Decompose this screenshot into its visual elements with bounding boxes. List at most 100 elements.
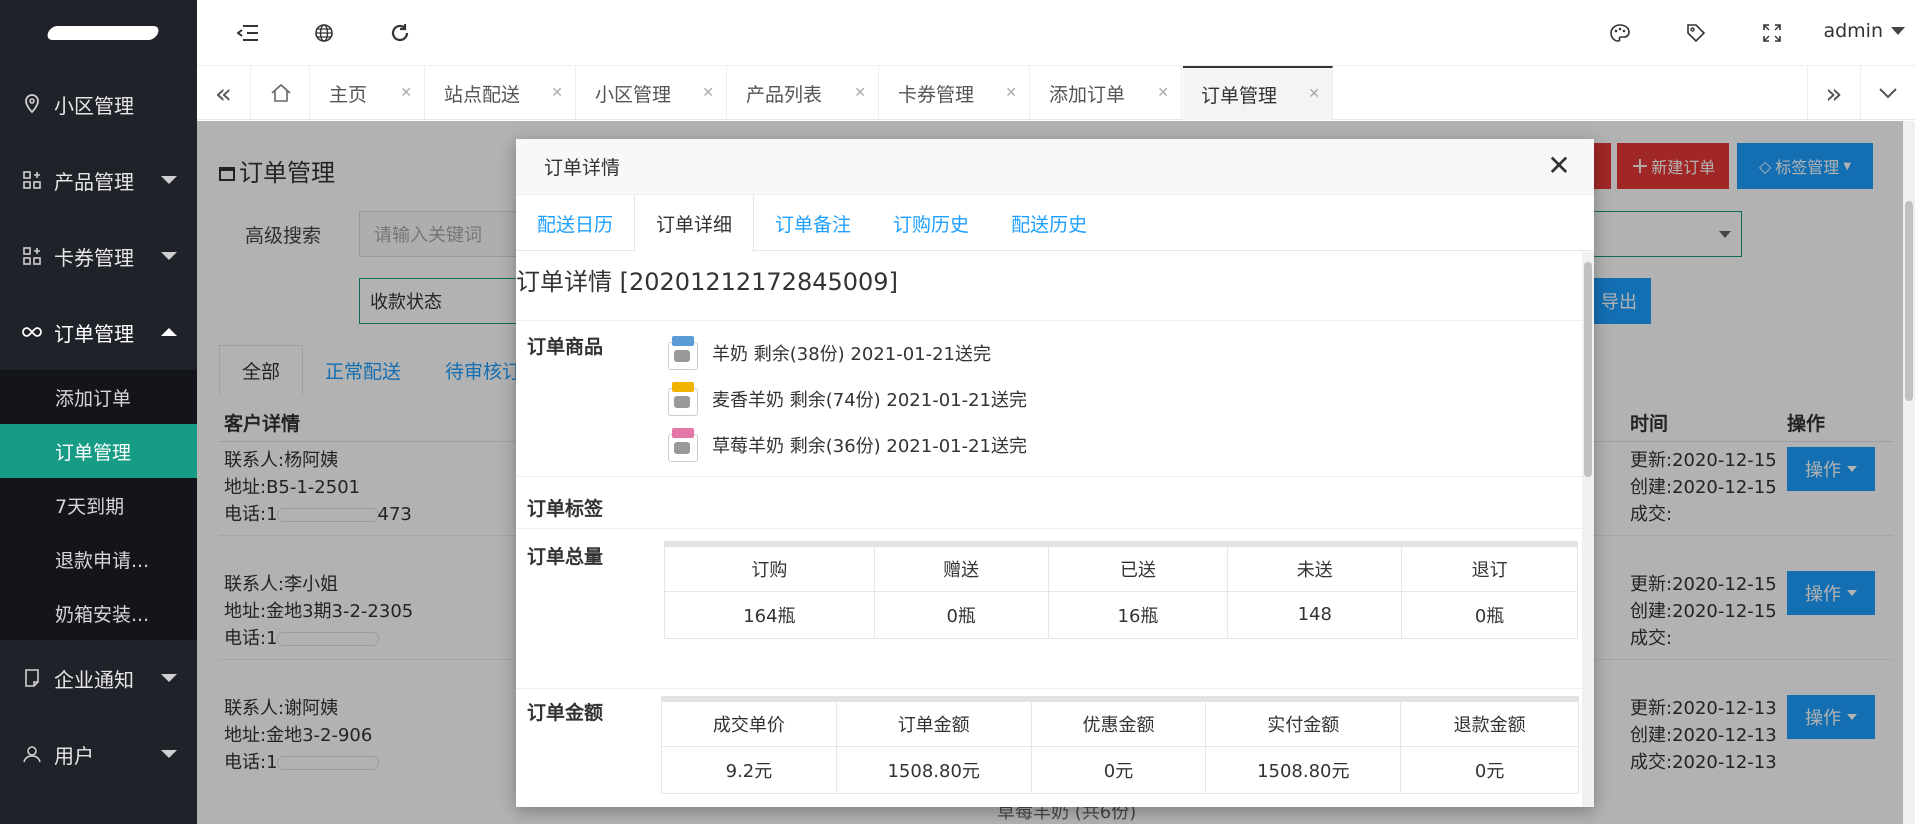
sidebar-subitem-7day-expire[interactable]: 7天到期	[0, 478, 197, 532]
modal-tab-remark[interactable]: 订单备注	[754, 195, 872, 251]
admin-label: admin	[1823, 20, 1883, 42]
table-row: 订购 赠送 已送 未送 退订	[664, 543, 1578, 592]
modal-tab-delivery-history[interactable]: 配送历史	[990, 195, 1108, 251]
table-row: 9.2元 1508.80元 0元 1508.80元 0元	[661, 745, 1579, 794]
label-amount: 订单金额	[527, 702, 604, 724]
modal-body: 订单详情 [20201212172845009] 订单商品 羊奶 剩余(38份)…	[516, 252, 1594, 807]
palette-icon[interactable]	[1605, 18, 1635, 48]
chevron-up-icon	[161, 328, 177, 336]
tab-product-list[interactable]: 产品列表 ✕	[728, 66, 879, 120]
logo-redacted	[45, 26, 161, 40]
sidebar-item-label: 产品管理	[54, 169, 134, 194]
chevron-down-icon	[161, 674, 177, 682]
modal-tabs: 配送日历 订单详细 订单备注 订购历史 配送历史	[516, 195, 1594, 252]
tab-home-icon[interactable]	[252, 66, 310, 120]
close-icon[interactable]: ✕	[400, 85, 412, 101]
sidebar-item-label: 卡券管理	[54, 245, 134, 270]
table-row: 成交单价 订单金额 优惠金额 实付金额 退款金额	[661, 698, 1579, 747]
tab-scroll-left-icon[interactable]: «	[197, 66, 251, 120]
refresh-icon[interactable]	[385, 18, 415, 48]
sidebar-subitem-add-order[interactable]: 添加订单	[0, 370, 197, 424]
close-icon[interactable]: ✕	[1157, 85, 1169, 101]
tab-coupons[interactable]: 卡券管理 ✕	[880, 66, 1030, 120]
modal-tab-calendar[interactable]: 配送日历	[516, 195, 634, 251]
infinity-icon	[22, 322, 42, 342]
tab-home[interactable]: 主页 ✕	[311, 66, 425, 120]
sidebar-item-label: 企业通知	[54, 667, 134, 692]
note-icon	[22, 668, 42, 688]
label-goods: 订单商品	[527, 336, 604, 358]
label-tags: 订单标签	[527, 498, 604, 520]
section-divider	[516, 528, 1582, 529]
detail-title: 订单详情 [20201212172845009]	[516, 268, 898, 296]
amount-table: 成交单价 订单金额 优惠金额 实付金额 退款金额 9.2元 1508.80元 0…	[661, 696, 1579, 794]
tab-station-delivery[interactable]: 站点配送 ✕	[426, 66, 576, 120]
grid-icon	[22, 170, 42, 190]
top-header: admin	[197, 0, 1915, 66]
modal-tab-order-history[interactable]: 订购历史	[872, 195, 990, 251]
close-icon[interactable]: ✕	[1308, 86, 1320, 102]
tab-bar: « 主页 ✕ 站点配送 ✕ 小区管理 ✕ 产品列表 ✕ 卡券管理 ✕ 添加订单 ✕ 订单管理…	[197, 66, 1915, 120]
close-icon[interactable]: ✕	[1544, 151, 1574, 181]
page-scrollbar[interactable]	[1903, 121, 1915, 824]
close-icon[interactable]: ✕	[1005, 85, 1017, 101]
sidebar-item-orders[interactable]: 订单管理	[0, 294, 197, 370]
tag-icon[interactable]	[1681, 18, 1711, 48]
sidebar-item-community[interactable]: 小区管理	[0, 66, 197, 142]
globe-icon[interactable]	[309, 18, 339, 48]
close-icon[interactable]: ✕	[551, 85, 563, 101]
modal-tab-detail[interactable]: 订单详细	[634, 195, 755, 252]
product-item: 草莓羊奶 剩余(36份) 2021-01-21送完	[664, 425, 1027, 465]
section-divider	[516, 320, 1582, 321]
section-divider	[516, 688, 1582, 689]
sidebar-item-coupons[interactable]: 卡券管理	[0, 218, 197, 294]
tab-label: 主页	[329, 83, 368, 106]
sidebar-item-products[interactable]: 产品管理	[0, 142, 197, 218]
tab-label: 卡券管理	[898, 83, 975, 106]
user-icon	[22, 744, 42, 764]
product-item: 羊奶 剩余(38份) 2021-01-21送完	[664, 333, 991, 373]
sidebar-item-notice[interactable]: 企业通知	[0, 640, 197, 716]
tab-community[interactable]: 小区管理 ✕	[577, 66, 727, 120]
milk-carton-icon	[664, 380, 704, 418]
sidebar: 小区管理 产品管理 卡券管理 订单管理 添加订单 订单管理 7天到期 退款申请.…	[0, 0, 197, 824]
milk-carton-icon	[664, 426, 704, 464]
sidebar-subitem-milkbox[interactable]: 奶箱安装...	[0, 586, 197, 640]
scrollbar-thumb[interactable]	[1905, 201, 1913, 401]
tab-label: 产品列表	[746, 83, 823, 106]
modal-scrollbar[interactable]	[1582, 252, 1594, 807]
modal-title: 订单详情	[544, 157, 621, 179]
sidebar-subitem-order-manage[interactable]: 订单管理	[0, 424, 197, 478]
tab-label: 订单管理	[1201, 84, 1278, 107]
chevron-down-icon	[161, 252, 177, 260]
location-icon	[22, 94, 42, 114]
sidebar-subitem-refund[interactable]: 退款申请...	[0, 532, 197, 586]
sidebar-item-label: 小区管理	[54, 93, 134, 118]
milk-carton-icon	[664, 334, 704, 372]
label-total: 订单总量	[527, 546, 604, 568]
close-icon[interactable]: ✕	[702, 85, 714, 101]
tab-label: 小区管理	[595, 83, 672, 106]
section-divider	[516, 476, 1582, 477]
grid-icon	[22, 246, 42, 266]
sidebar-submenu: 添加订单 订单管理 7天到期 退款申请... 奶箱安装...	[0, 370, 197, 640]
chevron-down-icon	[161, 750, 177, 758]
menu-toggle-icon[interactable]	[233, 18, 263, 48]
tab-label: 添加订单	[1049, 83, 1126, 106]
order-detail-modal: 订单详情 ✕ 配送日历 订单详细 订单备注 订购历史 配送历史 订单详情 [20…	[516, 139, 1594, 807]
admin-user-menu[interactable]: admin	[1823, 20, 1905, 42]
close-icon[interactable]: ✕	[854, 85, 866, 101]
logo[interactable]	[0, 0, 197, 66]
tab-menu-chevron-down-icon[interactable]	[1861, 66, 1915, 120]
tab-scroll-right-icon[interactable]: »	[1807, 66, 1861, 120]
sidebar-item-label: 订单管理	[54, 321, 134, 346]
fullscreen-icon[interactable]	[1757, 18, 1787, 48]
chevron-down-icon	[161, 176, 177, 184]
product-item: 麦香羊奶 剩余(74份) 2021-01-21送完	[664, 379, 1027, 419]
table-row: 164瓶 0瓶 16瓶 148 0瓶	[664, 590, 1578, 639]
sidebar-item-user[interactable]: 用户	[0, 716, 197, 792]
tab-order-manage[interactable]: 订单管理 ✕	[1183, 66, 1333, 120]
chevron-down-icon	[1891, 27, 1905, 35]
tab-add-order[interactable]: 添加订单 ✕	[1031, 66, 1182, 120]
scrollbar-thumb[interactable]	[1584, 262, 1592, 477]
